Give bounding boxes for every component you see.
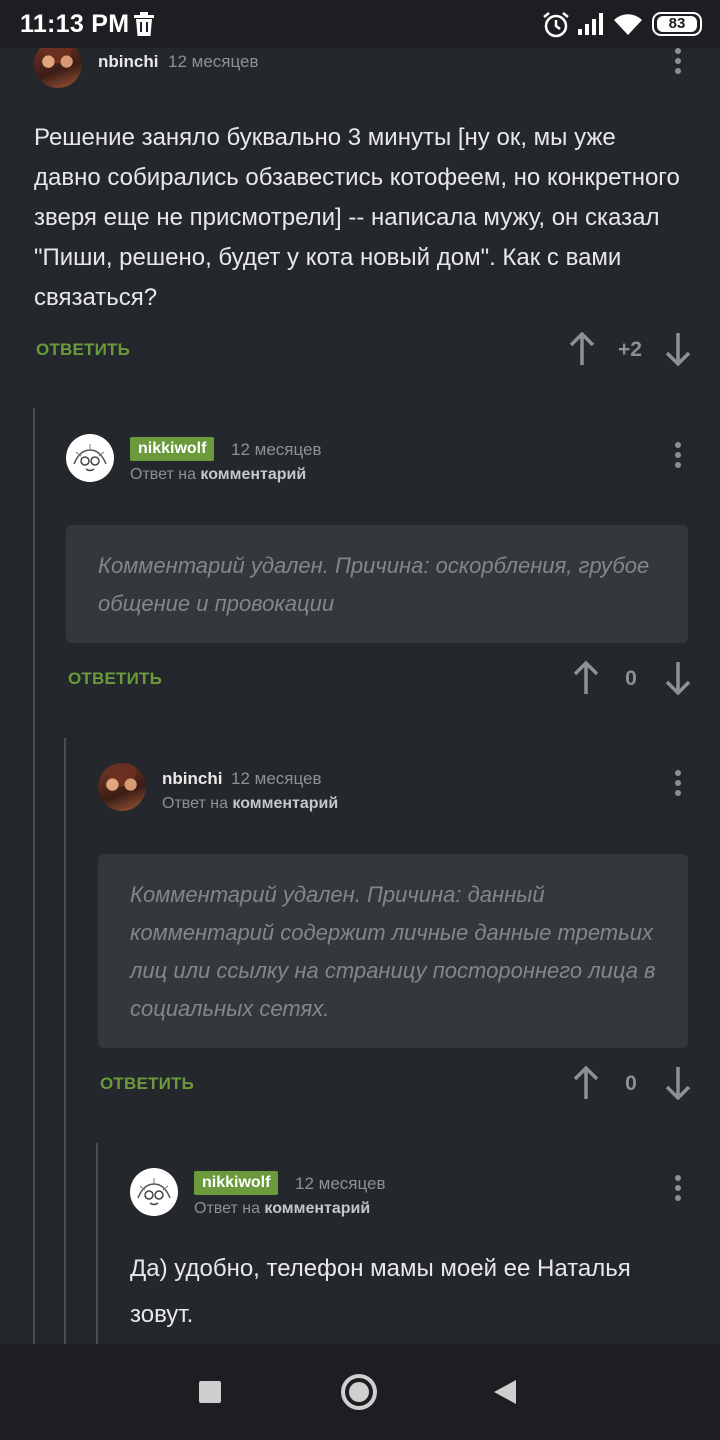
username-badge[interactable]: nikkiwolf bbox=[130, 437, 215, 461]
username[interactable]: nbinchi bbox=[98, 52, 158, 72]
reply-to: Ответ на комментарий bbox=[130, 466, 306, 484]
avatar[interactable] bbox=[66, 434, 114, 482]
comment-score: +2 bbox=[618, 338, 642, 361]
upvote-icon[interactable] bbox=[572, 1065, 600, 1105]
username[interactable]: nbinchi bbox=[162, 769, 222, 789]
deleted-comment-notice: Комментарий удален. Причина: оскорбления… bbox=[66, 525, 688, 643]
more-options-icon[interactable] bbox=[672, 770, 684, 800]
reply-to-prefix: Ответ на bbox=[194, 1200, 260, 1217]
home-icon[interactable] bbox=[341, 1374, 377, 1410]
comment-time: 12 месяцев bbox=[231, 440, 322, 459]
more-options-icon[interactable] bbox=[672, 48, 684, 78]
reply-to-link[interactable]: комментарий bbox=[232, 795, 338, 812]
reply-button[interactable]: ОТВЕТИТЬ bbox=[100, 1074, 194, 1094]
reply-to-link[interactable]: комментарий bbox=[200, 466, 306, 483]
status-bar: 11:13 PM 83 bbox=[0, 0, 720, 48]
reply-to: Ответ на комментарий bbox=[162, 795, 338, 813]
system-nav-bar bbox=[0, 1344, 720, 1440]
comment-text: Да) удобно, телефон мамы моей ее Наталья… bbox=[130, 1255, 631, 1328]
reply-to-prefix: Ответ на bbox=[130, 466, 196, 483]
deleted-comment-notice: Комментарий удален. Причина: данный комм… bbox=[98, 854, 688, 1048]
back-icon[interactable] bbox=[494, 1380, 516, 1404]
more-options-icon[interactable] bbox=[672, 1175, 684, 1205]
thread-line[interactable] bbox=[33, 408, 35, 1344]
reply-button[interactable]: ОТВЕТИТЬ bbox=[68, 669, 162, 689]
avatar[interactable] bbox=[98, 763, 146, 811]
downvote-icon[interactable] bbox=[664, 661, 692, 700]
downvote-icon[interactable] bbox=[664, 1066, 692, 1105]
upvote-icon[interactable] bbox=[572, 660, 600, 700]
clock: 11:13 PM bbox=[20, 10, 130, 38]
thread-line[interactable] bbox=[64, 738, 66, 1344]
reply-to: Ответ на комментарий bbox=[194, 1200, 370, 1218]
comment-score: 0 bbox=[625, 1072, 637, 1095]
comment-time: 12 месяцев bbox=[295, 1174, 386, 1193]
comment-time: 12 месяцев bbox=[231, 769, 322, 788]
thread-line[interactable] bbox=[96, 1143, 98, 1344]
recents-icon[interactable] bbox=[199, 1381, 221, 1403]
signal-icon bbox=[577, 12, 605, 41]
battery-level: 83 bbox=[657, 16, 697, 32]
trash-icon bbox=[133, 12, 155, 41]
more-options-icon[interactable] bbox=[672, 442, 684, 472]
username-badge[interactable]: nikkiwolf bbox=[194, 1171, 279, 1195]
comment-score: 0 bbox=[625, 667, 637, 690]
comment-time: 12 месяцев bbox=[168, 52, 259, 71]
reply-button[interactable]: ОТВЕТИТЬ bbox=[36, 340, 130, 360]
upvote-icon[interactable] bbox=[568, 331, 596, 371]
comment-text: Решение заняло буквально 3 минуты [ну ок… bbox=[34, 124, 680, 311]
reply-to-prefix: Ответ на bbox=[162, 795, 228, 812]
downvote-icon[interactable] bbox=[664, 332, 692, 371]
alarm-icon bbox=[542, 11, 570, 44]
reply-to-link[interactable]: комментарий bbox=[264, 1200, 370, 1217]
wifi-icon bbox=[613, 11, 643, 42]
avatar[interactable] bbox=[130, 1168, 178, 1216]
battery-icon: 83 bbox=[652, 12, 702, 36]
